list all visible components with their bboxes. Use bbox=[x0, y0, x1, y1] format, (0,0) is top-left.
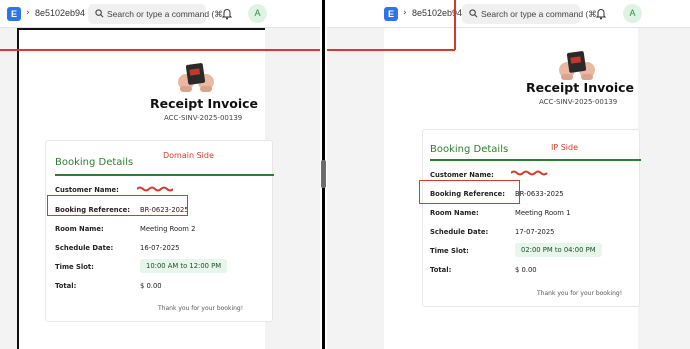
total-label: Total: bbox=[430, 266, 452, 274]
date-label: Schedule Date: bbox=[430, 228, 489, 236]
resize-handle[interactable] bbox=[321, 160, 326, 188]
section-title: Booking Details bbox=[430, 144, 509, 155]
room-label: Room Name: bbox=[55, 225, 104, 233]
chevron-right-icon: › bbox=[403, 8, 407, 18]
invoice-sheet: Receipt Invoice ACC-SINV-2025-00139 Book… bbox=[17, 28, 274, 349]
thank-you-note: Thank you for your booking! bbox=[537, 290, 623, 297]
bell-icon[interactable] bbox=[595, 7, 607, 20]
annotation-box bbox=[47, 195, 188, 216]
date-value: 16-07-2025 bbox=[140, 244, 180, 252]
slot-badge: 02:00 PM to 04:00 PM bbox=[515, 243, 602, 257]
redacted-customer-name bbox=[511, 170, 548, 176]
invoice-number: ACC-SINV-2025-00139 bbox=[164, 114, 243, 122]
customer-label: Customer Name: bbox=[430, 171, 494, 179]
annotation-label: Domain Side bbox=[163, 151, 214, 160]
room-value: Meeting Room 2 bbox=[140, 225, 196, 233]
search-bar[interactable]: Search or type a command (⌘ bbox=[88, 4, 223, 24]
invoice-logo-image bbox=[559, 51, 595, 80]
thank-you-note: Thank you for your booking! bbox=[158, 305, 244, 312]
search-placeholder: Search or type a command (⌘ bbox=[107, 9, 223, 19]
slot-badge: 10:00 AM to 12:00 PM bbox=[140, 259, 228, 273]
booking-details-card: Booking Details Domain Side Customer Nam… bbox=[45, 140, 274, 322]
left-browser-pane: E › 8e5102eb94 Search or type a command … bbox=[0, 0, 320, 349]
breadcrumb[interactable]: 8e5102eb94 bbox=[35, 8, 85, 18]
invoice-logo-image bbox=[178, 63, 214, 92]
invoice-title: Receipt Invoice bbox=[150, 96, 259, 111]
total-value: $ 0.00 bbox=[515, 266, 537, 274]
total-value: $ 0.00 bbox=[140, 282, 162, 290]
slot-label: Time Slot: bbox=[430, 247, 469, 255]
room-value: Meeting Room 1 bbox=[515, 209, 571, 217]
section-title: Booking Details bbox=[55, 157, 134, 168]
room-label: Room Name: bbox=[430, 209, 479, 217]
app-logo[interactable]: E bbox=[384, 7, 398, 21]
search-icon bbox=[469, 9, 478, 18]
avatar[interactable]: A bbox=[623, 4, 642, 23]
top-navbar: E › 8e5102eb94 Search or type a command … bbox=[0, 0, 320, 28]
section-divider bbox=[55, 174, 274, 176]
annotation-line bbox=[454, 0, 456, 50]
search-placeholder: Search or type a command (⌘ bbox=[481, 9, 597, 19]
avatar[interactable]: A bbox=[248, 4, 267, 23]
bell-icon[interactable] bbox=[221, 7, 233, 20]
annotation-line bbox=[0, 49, 320, 51]
annotation-line bbox=[327, 49, 455, 51]
search-icon bbox=[95, 9, 104, 18]
booking-details-card: Booking Details IP Side Customer Name: B… bbox=[422, 129, 641, 307]
customer-label: Customer Name: bbox=[55, 186, 119, 194]
total-label: Total: bbox=[55, 282, 77, 290]
split-divider[interactable] bbox=[320, 0, 327, 349]
annotation-label: IP Side bbox=[551, 143, 579, 152]
right-browser-pane: E › 8e5102eb94 Search or type a command … bbox=[327, 0, 690, 349]
top-navbar: E › 8e5102eb94 Search or type a command … bbox=[327, 0, 690, 28]
annotation-box bbox=[419, 180, 520, 204]
date-value: 17-07-2025 bbox=[515, 228, 555, 236]
chevron-right-icon: › bbox=[26, 8, 30, 18]
invoice-title: Receipt Invoice bbox=[526, 80, 635, 95]
invoice-number: ACC-SINV-2025-00139 bbox=[539, 98, 618, 106]
slot-label: Time Slot: bbox=[55, 263, 94, 271]
reference-value: BR-0633-2025 bbox=[515, 190, 564, 198]
search-bar[interactable]: Search or type a command (⌘ bbox=[462, 4, 597, 24]
app-logo[interactable]: E bbox=[7, 7, 21, 21]
redacted-customer-name bbox=[137, 186, 173, 192]
date-label: Schedule Date: bbox=[55, 244, 114, 252]
section-divider bbox=[430, 159, 641, 161]
